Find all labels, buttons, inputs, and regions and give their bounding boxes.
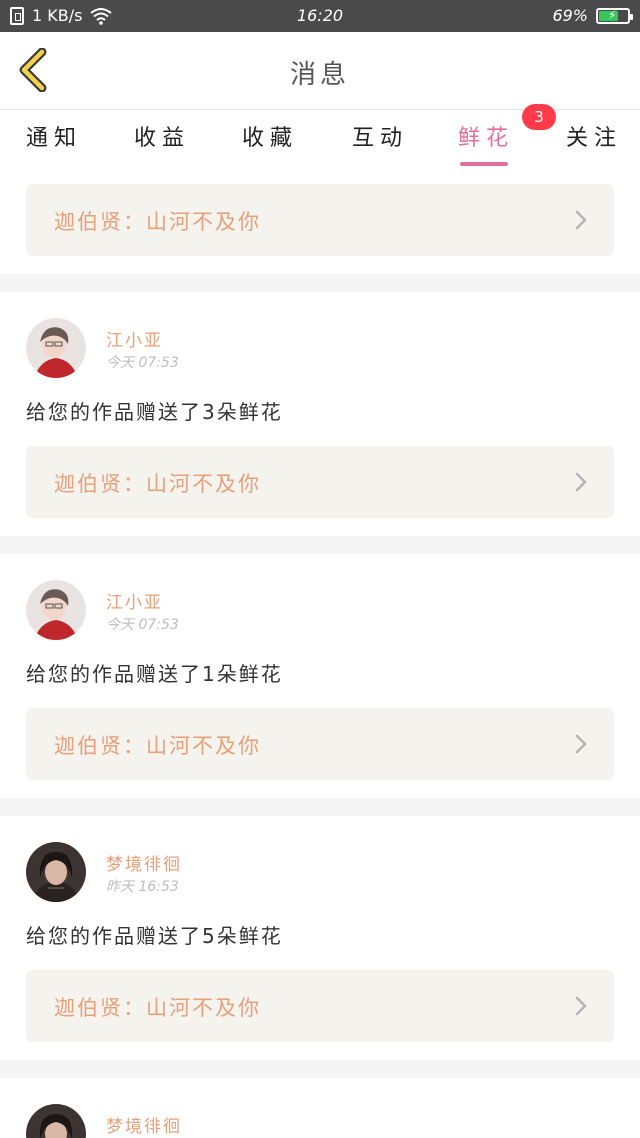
tab-notifications[interactable]: 通知: [26, 120, 82, 152]
status-right: 69% ⚡: [552, 6, 633, 25]
header: 消息: [0, 32, 640, 110]
tab-label: 互动: [352, 126, 409, 151]
timestamp: 今天 07:53: [106, 617, 179, 633]
unread-badge: 3: [522, 104, 557, 130]
avatar-image: [26, 580, 86, 640]
divider: [0, 536, 640, 554]
message-text: 给您的作品赠送了1朵鲜花: [26, 662, 283, 686]
user-name[interactable]: 梦境徘徊: [106, 1112, 182, 1137]
tab-label: 鲜花: [458, 126, 515, 151]
status-bar: 1 KB/s 16:20 69% ⚡: [0, 0, 640, 32]
page-title: 消息: [289, 60, 350, 90]
avatar-image: [26, 842, 86, 902]
chevron-right-icon: [575, 210, 587, 230]
divider: [0, 274, 640, 292]
work-link[interactable]: 迦伯贤：山河不及你: [26, 184, 614, 256]
user-row: 江小亚 今天 07:53: [26, 554, 614, 652]
chevron-right-icon: [575, 996, 587, 1016]
avatar[interactable]: [26, 1104, 86, 1138]
list-item: 江小亚 今天 07:53 给您的作品赠送了1朵鲜花 迦伯贤：山河不及你: [0, 554, 640, 798]
timestamp: 今天 07:53: [106, 355, 179, 371]
divider: [0, 798, 640, 816]
work-title: 迦伯贤：山河不及你: [54, 472, 261, 496]
user-row: 梦境徘徊 昨天 16:53: [26, 816, 614, 914]
work-title: 迦伯贤：山河不及你: [54, 210, 261, 234]
user-row: 江小亚 今天 07:53: [26, 292, 614, 390]
battery-percent: 69%: [552, 6, 588, 25]
user-name[interactable]: 江小亚: [106, 588, 163, 613]
work-link[interactable]: 迦伯贤：山河不及你: [26, 970, 614, 1042]
work-title: 迦伯贤：山河不及你: [54, 996, 261, 1020]
tab-earnings[interactable]: 收益: [134, 120, 190, 152]
message-list: 迦伯贤：山河不及你 江小亚 今天 07:53 给您的作品赠送了3朵鲜花 迦伯贤：: [0, 166, 640, 1138]
message-text: 给您的作品赠送了5朵鲜花: [26, 924, 283, 948]
work-link[interactable]: 迦伯贤：山河不及你: [26, 708, 614, 780]
status-time: 16:20: [296, 6, 344, 25]
user-name[interactable]: 江小亚: [106, 326, 163, 351]
tab-follows[interactable]: 关注: [566, 120, 622, 152]
tab-flowers[interactable]: 鲜花 3: [458, 104, 557, 166]
chevron-right-icon: [575, 734, 587, 754]
tab-favorites[interactable]: 收藏: [242, 120, 298, 152]
avatar-image: [26, 1104, 86, 1138]
list-item: 江小亚 今天 07:53 给您的作品赠送了3朵鲜花 迦伯贤：山河不及你: [0, 292, 640, 536]
timestamp: 昨天 16:53: [106, 879, 179, 895]
tab-label: 收益: [134, 126, 191, 151]
chevron-right-icon: [575, 472, 587, 492]
avatar[interactable]: [26, 580, 86, 640]
tab-interactions[interactable]: 互动: [352, 120, 408, 152]
list-item: 梦境徘徊: [0, 1078, 640, 1138]
user-name[interactable]: 梦境徘徊: [106, 850, 182, 875]
tab-label: 关注: [566, 126, 623, 151]
list-item: 梦境徘徊 昨天 16:53 给您的作品赠送了5朵鲜花 迦伯贤：山河不及你: [0, 816, 640, 1060]
list-item: 迦伯贤：山河不及你: [0, 166, 640, 274]
battery-icon: ⚡: [596, 7, 633, 24]
tab-label: 收藏: [242, 126, 299, 151]
message-text: 给您的作品赠送了3朵鲜花: [26, 400, 283, 424]
avatar[interactable]: [26, 318, 86, 378]
tab-label: 通知: [26, 126, 83, 151]
work-link[interactable]: 迦伯贤：山河不及你: [26, 446, 614, 518]
avatar[interactable]: [26, 842, 86, 902]
avatar-image: [26, 318, 86, 378]
tab-bar: 通知 收益 收藏 互动 鲜花 3 关注: [0, 104, 640, 166]
charging-bolt-icon: ⚡: [608, 7, 617, 22]
work-title: 迦伯贤：山河不及你: [54, 734, 261, 758]
divider: [0, 1060, 640, 1078]
user-row: 梦境徘徊: [26, 1078, 614, 1138]
